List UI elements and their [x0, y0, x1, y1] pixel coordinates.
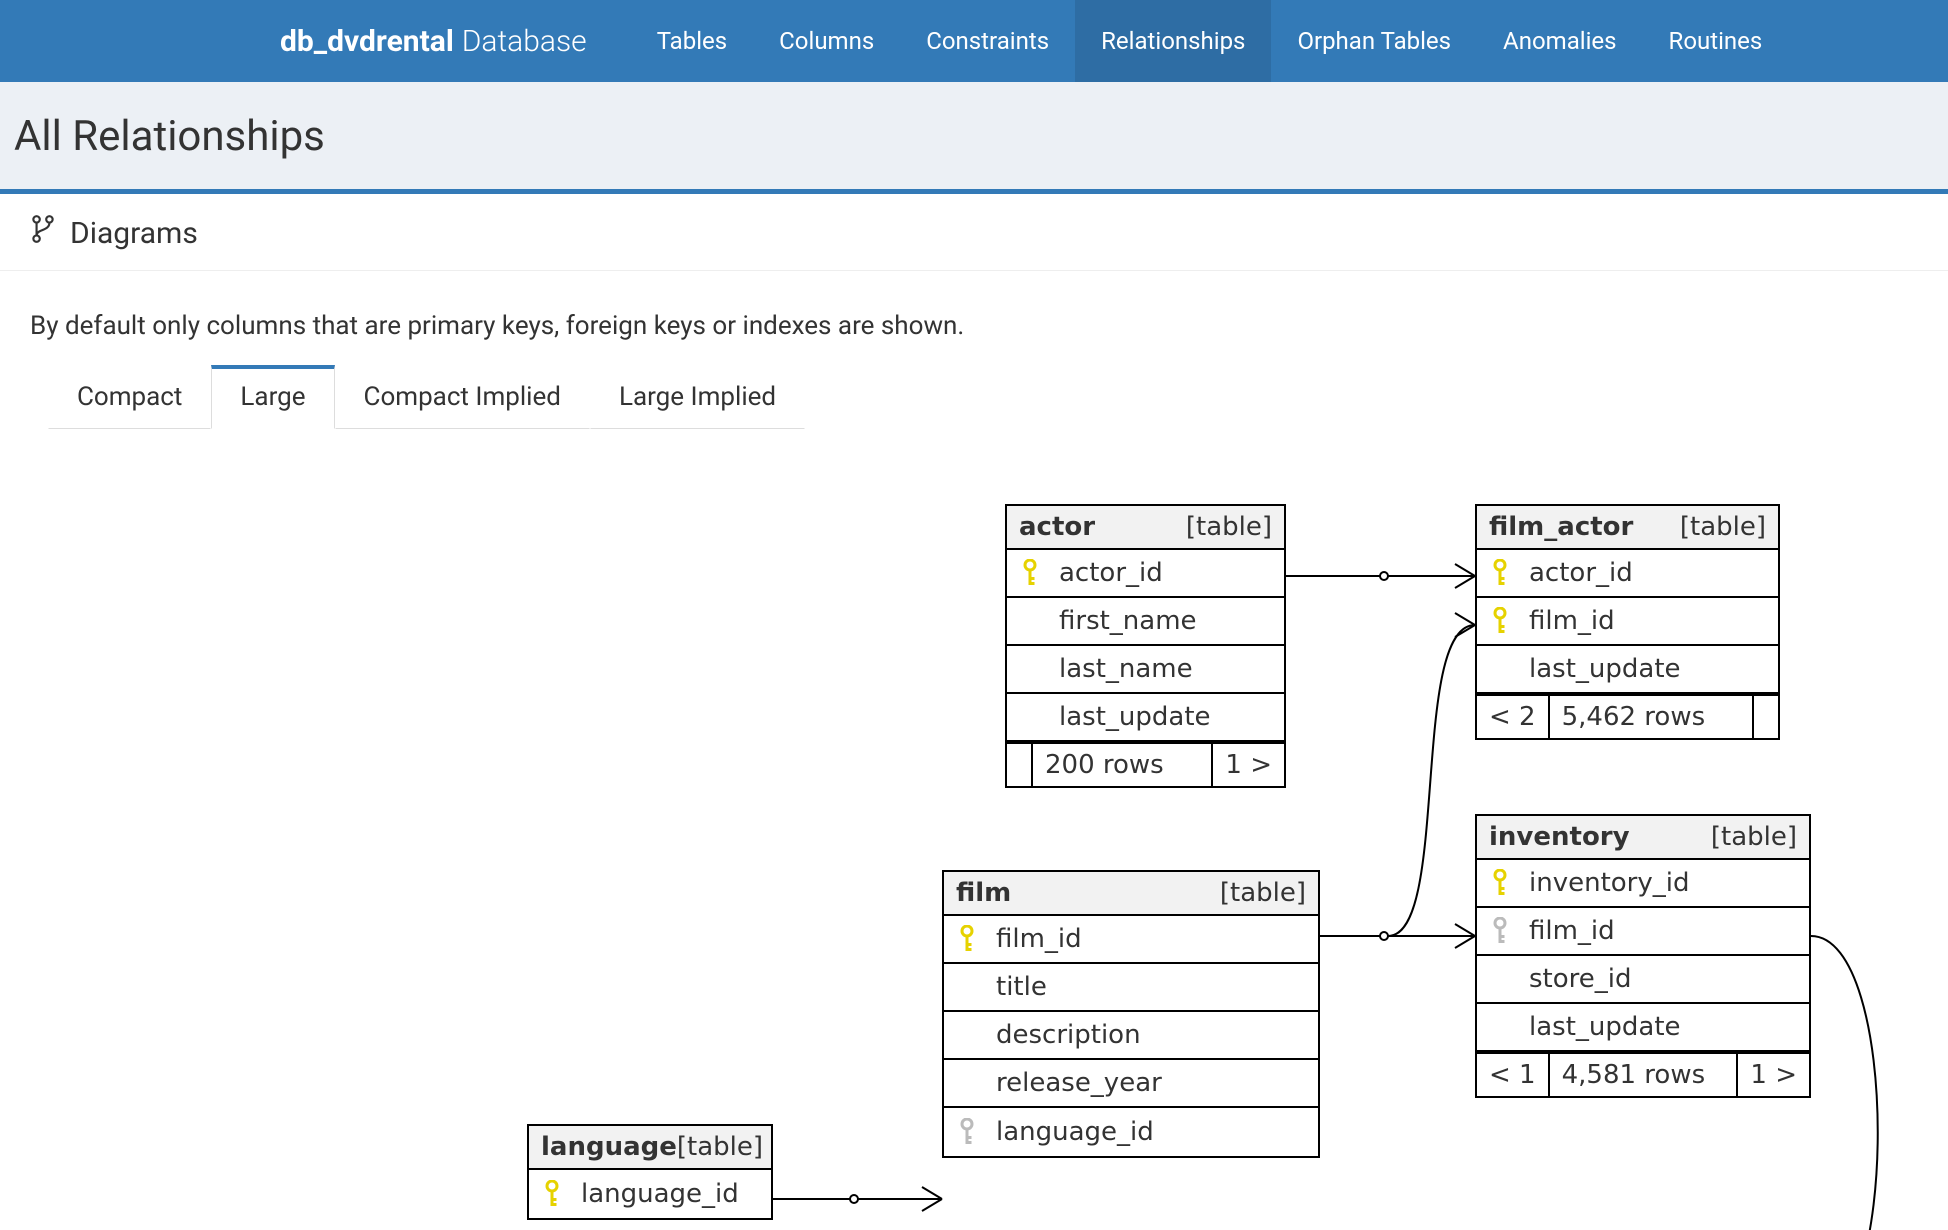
er-diagram[interactable]: actor [table] actor_id first_name last_n…	[30, 429, 1918, 1230]
col-last_update: last_update	[1477, 646, 1778, 694]
view-subtabs: Compact Large Compact Implied Large Impl…	[48, 365, 1918, 429]
col-name: last_update	[1515, 1012, 1797, 1042]
col-name: inventory_id	[1515, 868, 1797, 898]
footer-out: 1 >	[1213, 744, 1284, 786]
page-heading: All Relationships	[0, 82, 1948, 194]
col-language_id: language_id	[944, 1108, 1318, 1156]
pk-key-icon	[1015, 559, 1045, 587]
col-name: last_update	[1045, 702, 1272, 732]
col-store_id: store_id	[1477, 956, 1809, 1004]
nav-routines[interactable]: Routines	[1643, 0, 1789, 82]
intro-text: By default only columns that are primary…	[30, 311, 1918, 341]
footer-rows: 4,581 rows	[1550, 1054, 1739, 1096]
table-type: [table]	[1186, 512, 1272, 542]
col-name: film_id	[982, 924, 1306, 954]
pk-key-icon	[537, 1180, 567, 1208]
col-name: actor_id	[1515, 558, 1766, 588]
brand-suffix: Database	[462, 24, 587, 59]
footer-rows: 200 rows	[1033, 744, 1213, 786]
table-name: film	[956, 878, 1220, 908]
footer-in	[1007, 744, 1033, 786]
nav-constraints[interactable]: Constraints	[900, 0, 1075, 82]
col-actor_id: actor_id	[1477, 550, 1778, 598]
table-film[interactable]: film [table] film_id title description r…	[942, 870, 1320, 1158]
subtab-compact[interactable]: Compact	[48, 365, 211, 429]
table-inventory[interactable]: inventory [table] inventory_id film_id s…	[1475, 814, 1811, 1098]
subtab-large[interactable]: Large	[211, 365, 334, 429]
nav-anomalies[interactable]: Anomalies	[1477, 0, 1642, 82]
table-footer: 200 rows 1 >	[1007, 742, 1284, 786]
col-name: release_year	[982, 1068, 1306, 1098]
footer-in: < 2	[1477, 696, 1550, 738]
table-footer: < 1 4,581 rows 1 >	[1477, 1052, 1809, 1096]
pk-key-icon	[1485, 559, 1515, 587]
nav-relationships[interactable]: Relationships	[1075, 0, 1271, 82]
col-name: film_id	[1515, 916, 1797, 946]
col-film_id: film_id	[944, 916, 1318, 964]
pk-key-icon	[1485, 869, 1515, 897]
table-type: [table]	[677, 1132, 763, 1162]
nav-orphan-tables[interactable]: Orphan Tables	[1271, 0, 1477, 82]
col-name: store_id	[1515, 964, 1797, 994]
table-name: film_actor	[1489, 512, 1680, 542]
col-film_id: film_id	[1477, 908, 1809, 956]
brand[interactable]: db_dvdrental Database	[280, 0, 611, 82]
table-name: actor	[1019, 512, 1186, 542]
branch-icon	[30, 214, 56, 252]
table-film_actor[interactable]: film_actor [table] actor_id film_id last…	[1475, 504, 1780, 740]
col-name: last_name	[1045, 654, 1272, 684]
brand-name: db_dvdrental	[280, 24, 454, 59]
subtab-compact-implied[interactable]: Compact Implied	[335, 365, 590, 429]
section-heading: Diagrams	[0, 194, 1948, 271]
table-header: film [table]	[944, 872, 1318, 916]
footer-rows: 5,462 rows	[1550, 696, 1754, 738]
table-header: actor [table]	[1007, 506, 1284, 550]
col-description: description	[944, 1012, 1318, 1060]
col-name: language_id	[982, 1117, 1306, 1147]
fk-key-icon	[952, 1118, 982, 1146]
table-type: [table]	[1711, 822, 1797, 852]
col-actor_id: actor_id	[1007, 550, 1284, 598]
subtab-large-implied[interactable]: Large Implied	[590, 365, 805, 429]
table-type: [table]	[1680, 512, 1766, 542]
col-last_name: last_name	[1007, 646, 1284, 694]
col-name: film_id	[1515, 606, 1766, 636]
section-title: Diagrams	[70, 216, 198, 251]
col-first_name: first_name	[1007, 598, 1284, 646]
col-last_update: last_update	[1007, 694, 1284, 742]
nav-tables[interactable]: Tables	[631, 0, 753, 82]
col-name: description	[982, 1020, 1306, 1050]
col-name: language_id	[567, 1179, 759, 1209]
table-name: inventory	[1489, 822, 1711, 852]
table-type: [table]	[1220, 878, 1306, 908]
nav-columns[interactable]: Columns	[753, 0, 900, 82]
col-name: actor_id	[1045, 558, 1272, 588]
col-inventory_id: inventory_id	[1477, 860, 1809, 908]
table-header: inventory [table]	[1477, 816, 1809, 860]
col-name: last_update	[1515, 654, 1766, 684]
col-film_id: film_id	[1477, 598, 1778, 646]
page-title: All Relationships	[14, 112, 1934, 161]
fk-key-icon	[1485, 917, 1515, 945]
table-name: language	[541, 1132, 677, 1162]
footer-out	[1754, 696, 1778, 738]
pk-key-icon	[952, 925, 982, 953]
col-language_id: language_id	[529, 1170, 771, 1218]
content: By default only columns that are primary…	[0, 271, 1948, 1230]
top-nav: db_dvdrental Database Tables Columns Con…	[0, 0, 1948, 82]
col-name: title	[982, 972, 1306, 1002]
nav-tabs: Tables Columns Constraints Relationships…	[631, 0, 1789, 82]
footer-in: < 1	[1477, 1054, 1550, 1096]
table-language[interactable]: language [table] language_id	[527, 1124, 773, 1220]
table-header: film_actor [table]	[1477, 506, 1778, 550]
col-release_year: release_year	[944, 1060, 1318, 1108]
col-name: first_name	[1045, 606, 1272, 636]
pk-key-icon	[1485, 607, 1515, 635]
col-last_update: last_update	[1477, 1004, 1809, 1052]
col-title: title	[944, 964, 1318, 1012]
footer-out: 1 >	[1738, 1054, 1809, 1096]
table-actor[interactable]: actor [table] actor_id first_name last_n…	[1005, 504, 1286, 788]
table-header: language [table]	[529, 1126, 771, 1170]
table-footer: < 2 5,462 rows	[1477, 694, 1778, 738]
